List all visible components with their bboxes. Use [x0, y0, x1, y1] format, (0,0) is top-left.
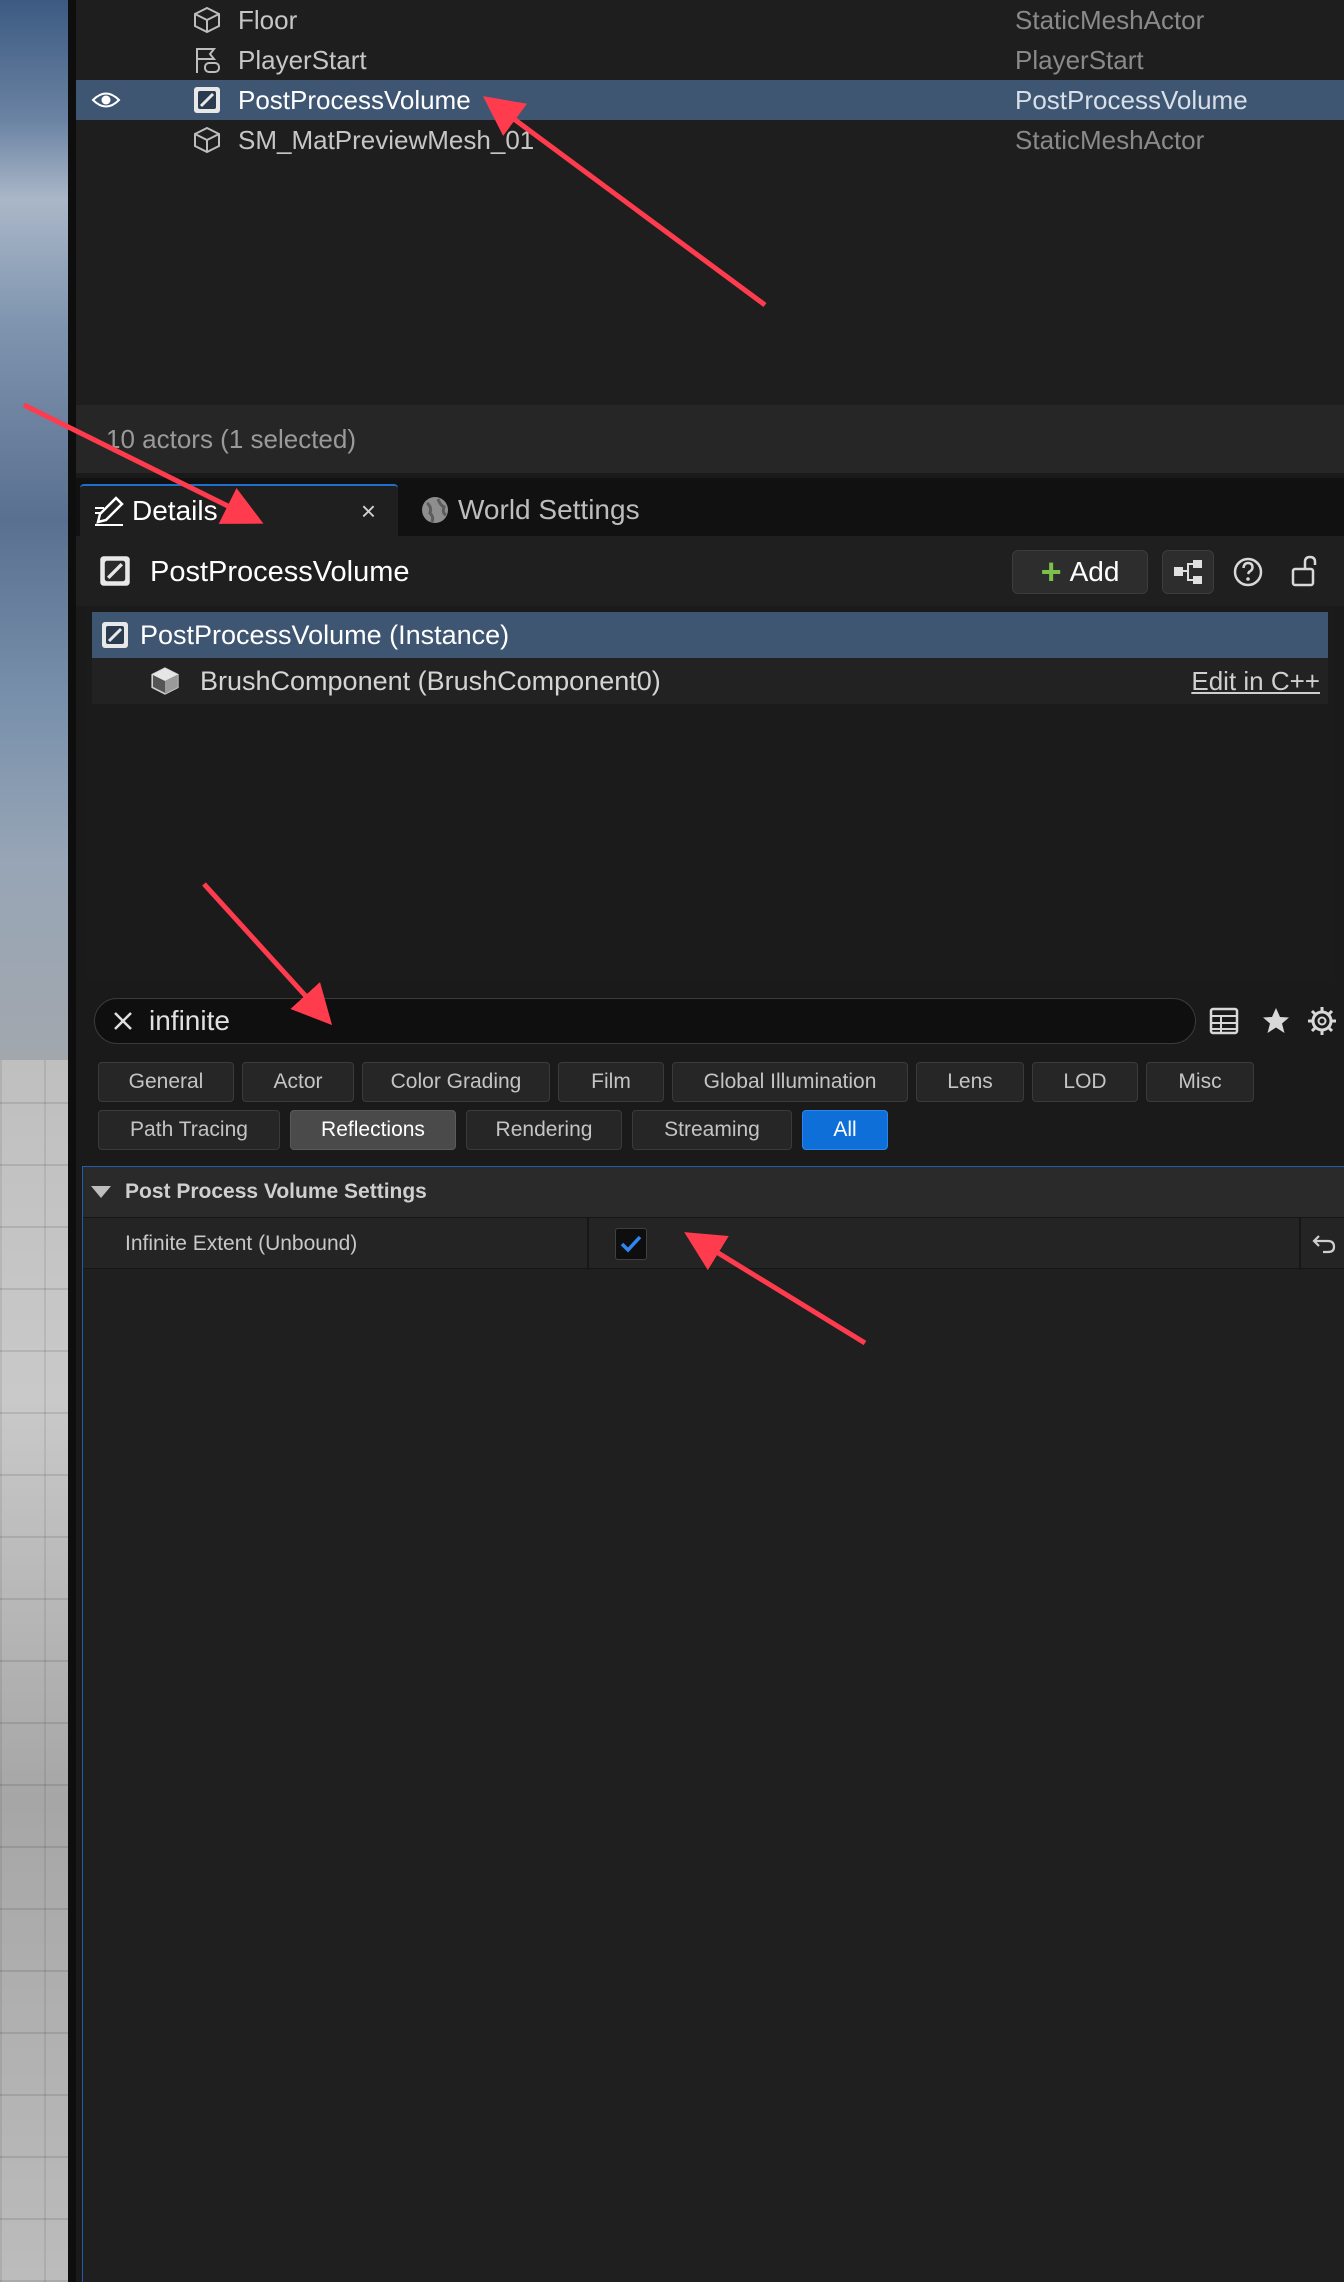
column-splitter — [1299, 1218, 1301, 1270]
edit-in-cpp-link[interactable]: Edit in C++ — [1191, 666, 1320, 697]
category-all[interactable]: All — [802, 1110, 888, 1150]
category-color-grading[interactable]: Color Grading — [362, 1062, 550, 1102]
actor-count-text: 10 actors (1 selected) — [106, 423, 357, 454]
eye-icon[interactable] — [88, 80, 124, 120]
static-mesh-icon — [190, 3, 224, 37]
component-tree: PostProcessVolume (Instance) BrushCompon… — [86, 606, 1334, 982]
star-icon[interactable] — [1256, 1000, 1296, 1042]
column-splitter[interactable] — [587, 1218, 589, 1270]
outliner-row-type: StaticMeshActor — [1015, 124, 1205, 155]
reset-to-default-icon[interactable] — [1309, 1230, 1339, 1258]
editor-side-panel: Floor StaticMeshActor PlayerStart Player… — [76, 0, 1344, 2282]
property-panel: Post Process Volume Settings Infinite Ex… — [82, 1166, 1344, 2282]
category-lod[interactable]: LOD — [1032, 1062, 1138, 1102]
outliner-row-type: StaticMeshActor — [1015, 4, 1205, 35]
component-label: PostProcessVolume (Instance) — [140, 619, 510, 650]
help-icon[interactable] — [1230, 554, 1266, 590]
outliner-row-type: PostProcessVolume — [1015, 84, 1248, 115]
search-value: infinite — [149, 1005, 230, 1036]
post-process-volume-icon — [98, 554, 132, 588]
outliner-row-label: SM_MatPreviewMesh_01 — [238, 124, 535, 155]
pencil-icon — [86, 491, 132, 531]
category-rendering[interactable]: Rendering — [466, 1110, 622, 1150]
category-path-tracing[interactable]: Path Tracing — [98, 1110, 280, 1150]
outliner-row-label: PostProcessVolume — [238, 84, 471, 115]
selected-object-name: PostProcessVolume — [150, 556, 410, 588]
tab-world-settings[interactable]: World Settings — [406, 484, 666, 536]
blueprint-hierarchy-icon — [1174, 560, 1202, 584]
component-label: BrushComponent (BrushComponent0) — [200, 665, 661, 696]
category-actor[interactable]: Actor — [242, 1062, 354, 1102]
panel-tab-strip: Details × World Settings — [76, 478, 1344, 536]
outliner-row-label: PlayerStart — [238, 44, 367, 75]
outliner-row-type: PlayerStart — [1015, 44, 1144, 75]
brush-component-icon — [148, 664, 182, 698]
level-viewport[interactable] — [0, 0, 68, 2282]
globe-icon — [412, 490, 458, 530]
category-streaming[interactable]: Streaming — [632, 1110, 792, 1150]
outliner-row-postprocessvolume[interactable]: PostProcessVolume PostProcessVolume — [76, 80, 1344, 120]
details-search-input[interactable]: infinite — [94, 998, 1196, 1044]
blueprint-button[interactable] — [1162, 550, 1214, 594]
outliner-row-playerstart[interactable]: PlayerStart PlayerStart — [76, 40, 1344, 80]
category-film[interactable]: Film — [558, 1062, 664, 1102]
outliner-row-floor[interactable]: Floor StaticMeshActor — [76, 0, 1344, 40]
component-brush[interactable]: BrushComponent (BrushComponent0) Edit in… — [92, 658, 1328, 704]
category-general[interactable]: General — [98, 1062, 234, 1102]
property-name: Infinite Extent (Unbound) — [125, 1232, 358, 1255]
unlock-icon[interactable] — [1286, 552, 1322, 590]
infinite-extent-checkbox[interactable] — [615, 1228, 647, 1260]
section-title: Post Process Volume Settings — [125, 1180, 427, 1203]
add-label: Add — [1069, 556, 1120, 587]
plus-icon: + — [1040, 551, 1062, 592]
settings-gear-icon[interactable] — [1302, 1000, 1342, 1042]
tab-label: Details — [132, 495, 218, 526]
clear-search-icon[interactable] — [99, 998, 147, 1044]
floor-tiles — [0, 1060, 68, 2282]
outliner-row-label: Floor — [238, 4, 298, 35]
property-row-infinite-extent: Infinite Extent (Unbound) — [83, 1217, 1344, 1270]
outliner-row-sm-matpreviewmesh[interactable]: SM_MatPreviewMesh_01 StaticMeshActor — [76, 120, 1344, 160]
component-root-instance[interactable]: PostProcessVolume (Instance) — [92, 612, 1328, 658]
category-global-illumination[interactable]: Global Illumination — [672, 1062, 908, 1102]
tab-label: World Settings — [458, 494, 640, 525]
category-lens[interactable]: Lens — [916, 1062, 1024, 1102]
post-process-volume-icon — [98, 618, 132, 652]
property-matrix-icon[interactable] — [1204, 1000, 1244, 1042]
details-header: PostProcessVolume + Add — [76, 536, 1344, 606]
panel-splitter[interactable] — [68, 0, 76, 2282]
checkmark-icon — [620, 1235, 642, 1253]
close-icon[interactable]: × — [361, 496, 376, 527]
player-start-icon — [190, 43, 224, 77]
collapse-triangle-icon[interactable] — [91, 1186, 111, 1198]
world-outliner: Floor StaticMeshActor PlayerStart Player… — [76, 0, 1344, 405]
post-process-volume-icon — [190, 83, 224, 117]
category-misc[interactable]: Misc — [1146, 1062, 1254, 1102]
category-reflections[interactable]: Reflections — [290, 1110, 456, 1150]
tab-details[interactable]: Details × — [80, 484, 398, 536]
outliner-status-bar: 10 actors (1 selected) — [76, 405, 1344, 473]
section-post-process-volume-settings[interactable]: Post Process Volume Settings — [83, 1167, 1344, 1217]
static-mesh-icon — [190, 123, 224, 157]
add-component-button[interactable]: + Add — [1012, 550, 1148, 594]
